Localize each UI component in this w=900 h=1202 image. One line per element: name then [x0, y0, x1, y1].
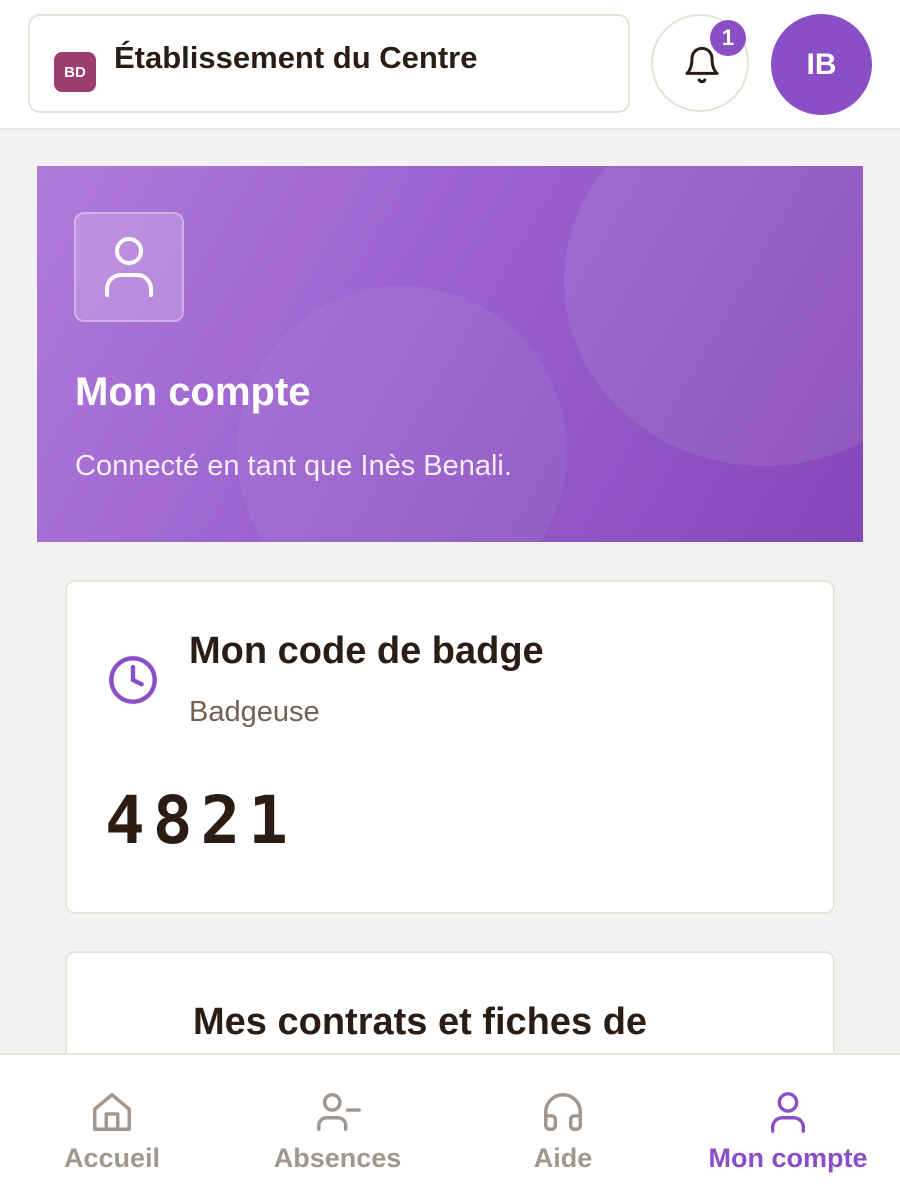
notification-count-badge: 1: [710, 20, 746, 56]
nav-item-mon-compte[interactable]: Mon compte: [703, 1055, 873, 1202]
nav-label: Aide: [533, 1143, 593, 1173]
user-icon: [105, 237, 153, 297]
user-minus-icon: [316, 1093, 361, 1131]
contracts-card-title: Mes contrats et fiches de: [193, 1001, 648, 1043]
badge-code-card: Mon code de badge Badgeuse 4821: [65, 580, 835, 914]
user-icon: [770, 1092, 806, 1133]
banner-user-icon: [74, 212, 184, 322]
nav-item-absences[interactable]: Absences: [270, 1055, 405, 1202]
page-title: Mon compte: [75, 370, 311, 414]
nav-item-accueil[interactable]: Accueil: [62, 1055, 162, 1202]
nav-item-aide[interactable]: Aide: [513, 1055, 613, 1202]
badge-card-title: Mon code de badge: [189, 630, 544, 672]
home-icon: [93, 1093, 131, 1131]
org-name: Établissement du Centre: [114, 40, 478, 75]
account-banner: Mon compte Connecté en tant que Inès Ben…: [37, 166, 863, 542]
org-initials-badge: BD: [54, 52, 96, 92]
headphones-icon: [544, 1093, 582, 1131]
bottom-navigation: Accueil Absences Aide Mon compte: [0, 1053, 900, 1202]
nav-label: Mon compte: [708, 1143, 868, 1173]
nav-label: Accueil: [63, 1143, 161, 1173]
nav-label: Absences: [273, 1143, 402, 1173]
banner-decoration: [564, 166, 863, 466]
badge-code-value: 4821: [105, 782, 296, 859]
logged-in-as-text: Connecté en tant que Inès Benali.: [75, 450, 512, 482]
badge-card-subtitle: Badgeuse: [189, 696, 320, 728]
top-header: BD Établissement du Centre 1 IB: [0, 0, 900, 130]
clock-icon: [109, 656, 157, 704]
organization-selector[interactable]: BD Établissement du Centre: [28, 14, 630, 113]
user-avatar[interactable]: IB: [771, 14, 872, 115]
